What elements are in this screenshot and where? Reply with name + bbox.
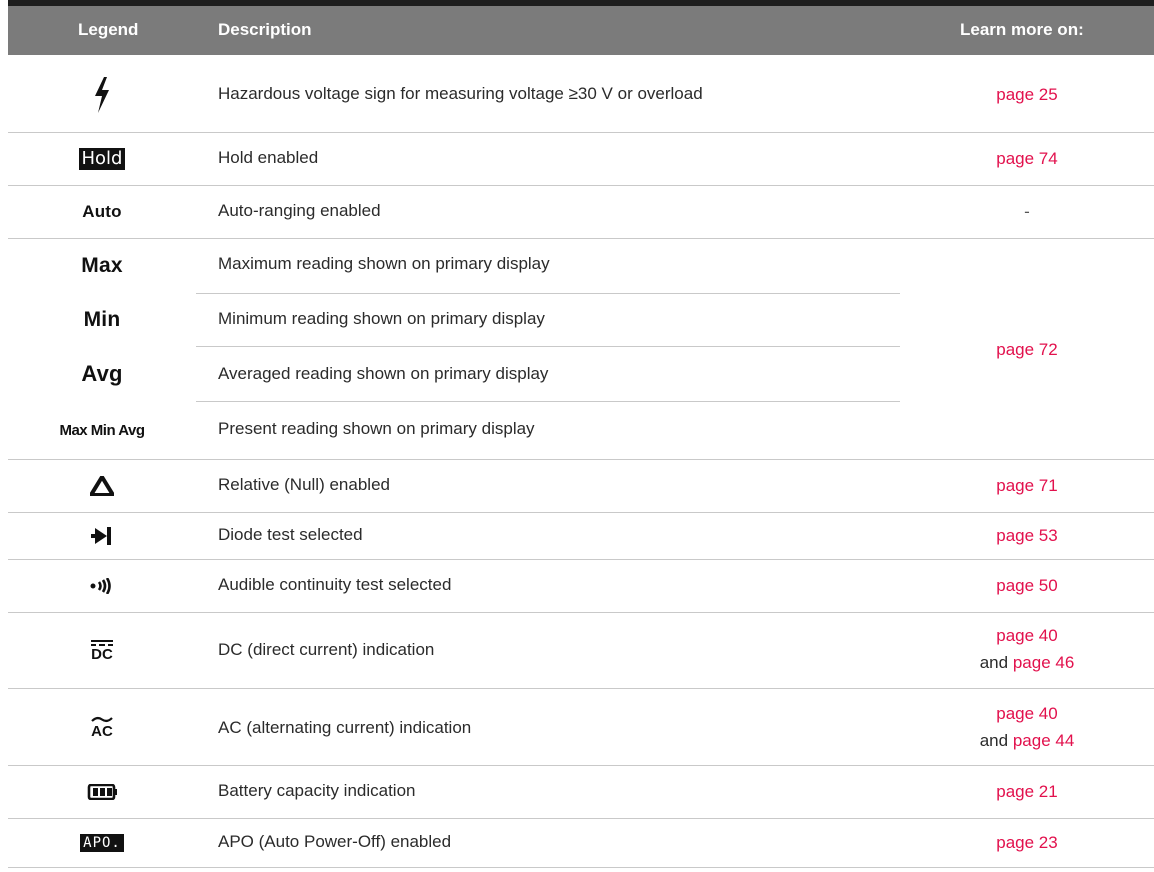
page-link[interactable]: page 46 xyxy=(1013,653,1074,672)
page-link[interactable]: page 44 xyxy=(1013,731,1074,750)
row-description: Auto-ranging enabled xyxy=(218,201,381,220)
row-reference: page 40 and page 44 xyxy=(979,704,1075,750)
row-reference: page 23 xyxy=(900,829,1154,856)
apo-icon: APO. xyxy=(8,819,196,867)
hazard-voltage-icon xyxy=(8,57,196,132)
header-learn-more: Learn more on: xyxy=(960,20,1084,39)
row-description: APO (Auto Power-Off) enabled xyxy=(218,832,452,851)
divider xyxy=(196,293,900,294)
page-link[interactable]: page 50 xyxy=(996,576,1057,595)
header-legend: Legend xyxy=(78,20,139,39)
row-description: Hazardous voltage sign for measuring vol… xyxy=(218,84,703,103)
row-reference: page 71 xyxy=(900,472,1154,499)
row-description: Audible continuity test selected xyxy=(218,575,452,594)
row-reference: page 74 xyxy=(900,145,1154,172)
row-description: Relative (Null) enabled xyxy=(218,475,390,494)
page-link[interactable]: page 40 xyxy=(996,626,1057,645)
auto-icon: Auto xyxy=(82,202,122,221)
page-link[interactable]: page 40 xyxy=(996,704,1057,723)
table-header: Legend Description Learn more on: xyxy=(8,6,1154,55)
hold-icon: Hold xyxy=(8,133,196,185)
row-reference: - xyxy=(1024,202,1030,221)
row-reference: page 50 xyxy=(900,572,1154,599)
row-description: Averaged reading shown on primary displa… xyxy=(218,364,549,383)
page-link[interactable]: page 71 xyxy=(996,476,1057,495)
row-reference: page 40 and page 46 xyxy=(979,626,1075,672)
diode-icon xyxy=(8,513,196,559)
page-link[interactable]: page 53 xyxy=(996,526,1057,545)
row-description: Diode test selected xyxy=(218,525,363,544)
row-reference: page 53 xyxy=(900,522,1154,549)
row-reference: page 25 xyxy=(900,81,1154,108)
page-link[interactable]: page 25 xyxy=(996,85,1057,104)
max-icon: Max xyxy=(81,254,123,277)
battery-icon xyxy=(8,766,196,818)
ac-icon: AC xyxy=(8,689,196,765)
row-description: Hold enabled xyxy=(218,148,319,167)
delta-icon xyxy=(8,460,196,512)
page-link[interactable]: page 23 xyxy=(996,833,1057,852)
row-description: Maximum reading shown on primary display xyxy=(218,254,550,273)
row-description: Minimum reading shown on primary display xyxy=(218,309,545,328)
divider xyxy=(8,867,1154,868)
min-icon: Min xyxy=(83,308,121,331)
row-description: DC (direct current) indication xyxy=(218,640,435,659)
header-description: Description xyxy=(218,20,312,39)
row-description: Present reading shown on primary display xyxy=(218,419,535,438)
divider xyxy=(196,401,900,402)
row-reference: page 21 xyxy=(900,778,1154,805)
max-min-avg-icon: Max Min Avg xyxy=(59,422,145,439)
page-link[interactable]: page 72 xyxy=(996,340,1057,359)
divider xyxy=(196,346,900,347)
continuity-icon xyxy=(8,560,196,612)
row-description: AC (alternating current) indication xyxy=(218,718,472,737)
row-description: Battery capacity indication xyxy=(218,781,416,800)
avg-icon: Avg xyxy=(81,361,123,386)
page-link[interactable]: page 21 xyxy=(996,782,1057,801)
page-link[interactable]: page 74 xyxy=(996,149,1057,168)
dc-icon: DC xyxy=(8,613,196,688)
row-reference: page 72 xyxy=(900,336,1154,363)
